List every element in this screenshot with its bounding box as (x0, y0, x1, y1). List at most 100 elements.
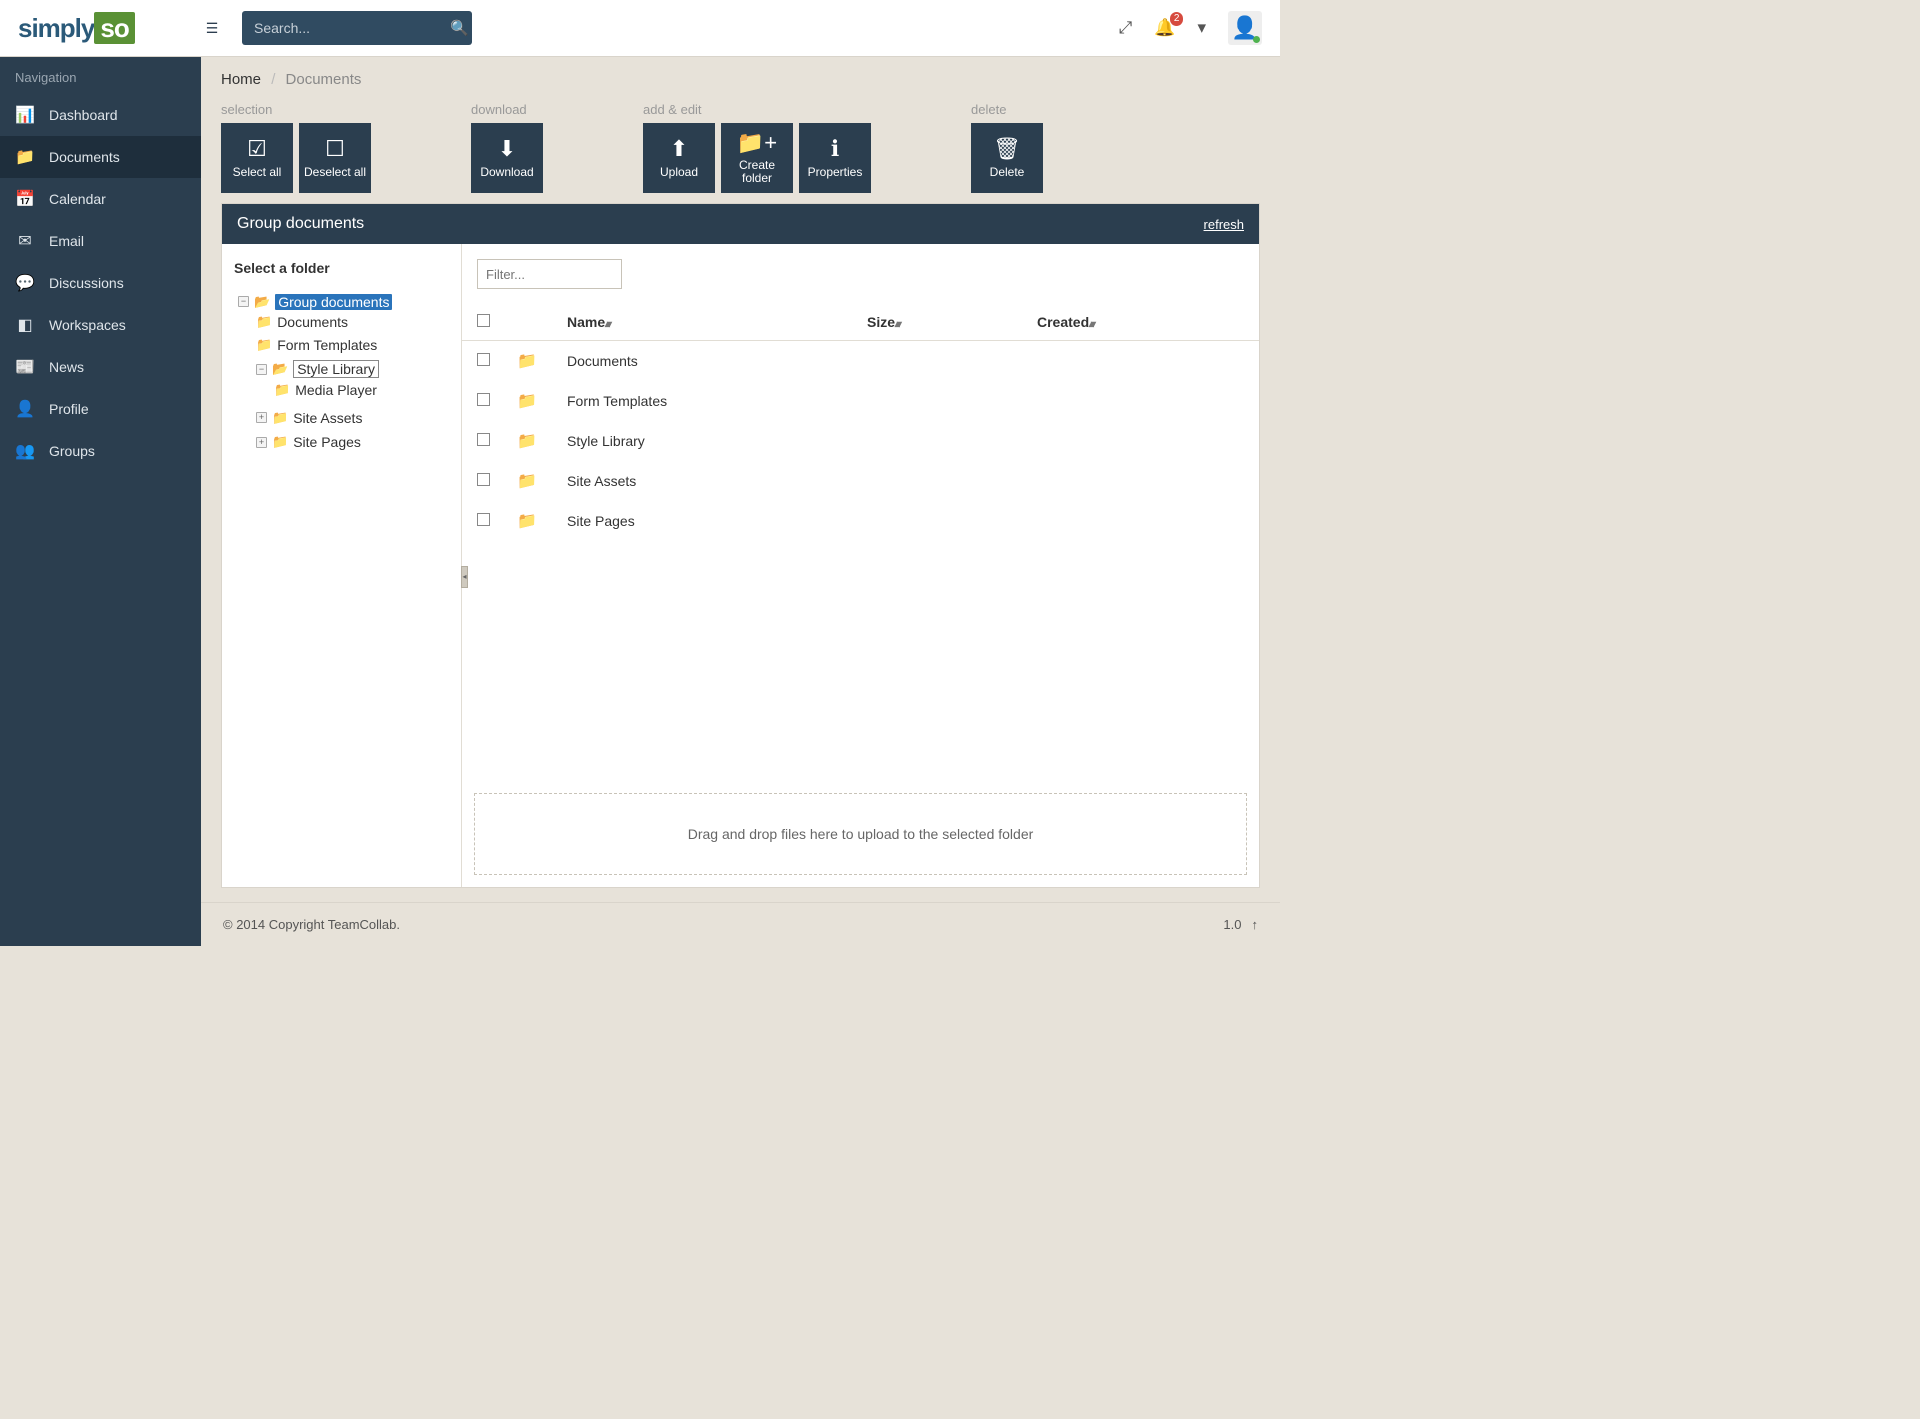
tool-label: Delete (990, 166, 1025, 179)
tree-item-site-assets[interactable]: + 📁 Site Assets (256, 410, 362, 426)
logo[interactable]: simplyso (18, 13, 158, 44)
nav-icon: 👥 (15, 441, 35, 461)
sidebar-item-dashboard[interactable]: 📊Dashboard (0, 94, 201, 136)
nav-icon: 📁 (15, 147, 35, 167)
tool-icon: ⬆ (670, 137, 688, 161)
folder-icon: 📁 (517, 473, 537, 490)
table-row[interactable]: 📁 Documents (462, 341, 1259, 381)
breadcrumb-current: Documents (286, 71, 362, 88)
table-row[interactable]: 📁 Style Library (462, 421, 1259, 461)
notification-badge: 2 (1170, 12, 1184, 26)
nav-label: Documents (49, 149, 120, 165)
table-row[interactable]: 📁 Site Pages (462, 501, 1259, 541)
folder-icon: 📁 (517, 353, 537, 370)
column-name[interactable]: Name (567, 314, 867, 330)
tree-item-form-templates[interactable]: 📁 Form Templates (256, 337, 377, 353)
upload-dropzone[interactable]: Drag and drop files here to upload to th… (474, 793, 1247, 875)
sidebar-item-news[interactable]: 📰News (0, 346, 201, 388)
column-size[interactable]: Size (867, 314, 1037, 330)
row-checkbox[interactable] (477, 393, 490, 406)
folder-icon: 📁 (517, 513, 537, 530)
breadcrumb-home[interactable]: Home (221, 71, 261, 88)
sidebar-item-calendar[interactable]: 📅Calendar (0, 178, 201, 220)
row-checkbox[interactable] (477, 473, 490, 486)
tool-group-title: selection (221, 102, 371, 117)
sidebar-item-discussions[interactable]: 💬Discussions (0, 262, 201, 304)
select-all-checkbox[interactable] (477, 314, 490, 327)
plus-icon[interactable]: + (256, 412, 267, 423)
tool-group-title: download (471, 102, 543, 117)
tree-item-root[interactable]: − 📂 Group documents (238, 294, 392, 310)
nav-label: Discussions (49, 275, 124, 291)
minus-icon[interactable]: − (256, 364, 267, 375)
nav-icon: ✉ (15, 231, 35, 251)
tool-icon: ℹ (831, 137, 839, 161)
plus-icon[interactable]: + (256, 437, 267, 448)
tree-title: Select a folder (234, 260, 449, 276)
nav-label: Calendar (49, 191, 106, 207)
tool-deselect-all[interactable]: ☐Deselect all (299, 123, 371, 193)
nav-section-title: Navigation (0, 57, 201, 94)
tool-select-all[interactable]: ☑Select all (221, 123, 293, 193)
folder-icon: 📁 (272, 410, 288, 426)
filter-input[interactable] (477, 259, 622, 289)
tree-label: Site Pages (293, 434, 361, 450)
sidebar-toggle-icon[interactable]: ☰ (200, 20, 224, 37)
tree-label: Media Player (295, 382, 377, 398)
row-checkbox[interactable] (477, 433, 490, 446)
tree-label: Group documents (275, 294, 392, 310)
tool-label: Download (480, 166, 533, 179)
sidebar-item-workspaces[interactable]: ◧Workspaces (0, 304, 201, 346)
tool-icon: 📁+ (737, 131, 777, 155)
row-name: Form Templates (567, 393, 867, 409)
footer-copyright: © 2014 Copyright TeamCollab. (223, 917, 400, 932)
sidebar-item-profile[interactable]: 👤Profile (0, 388, 201, 430)
tool-group-download: download ⬇Download (471, 102, 543, 193)
tool-group-title: add & edit (643, 102, 871, 117)
footer-version: 1.0 (1223, 917, 1241, 932)
minus-icon[interactable]: − (238, 296, 249, 307)
table-row[interactable]: 📁 Form Templates (462, 381, 1259, 421)
tree-item-style-library[interactable]: − 📂 Style Library (256, 360, 379, 378)
column-created[interactable]: Created (1037, 314, 1207, 330)
pane-splitter[interactable]: ◂ (461, 566, 468, 588)
nav-label: Profile (49, 401, 89, 417)
tool-download[interactable]: ⬇Download (471, 123, 543, 193)
logo-text-b: so (94, 12, 134, 44)
sidebar-item-email[interactable]: ✉ Email (0, 220, 201, 262)
tool-upload[interactable]: ⬆ Upload (643, 123, 715, 193)
tool-properties[interactable]: ℹ Properties (799, 123, 871, 193)
tool-label: Upload (660, 166, 698, 179)
folder-tree-pane: Select a folder − 📂 Group documents 📁 Do… (222, 244, 462, 887)
logo-text-a: simply (18, 13, 94, 43)
tool-label: Properties (808, 166, 863, 179)
scroll-top-icon[interactable]: ↑ (1252, 917, 1259, 932)
tool-delete[interactable]: 🗑 Delete (971, 123, 1043, 193)
expand-icon[interactable]: ⤢ (1119, 18, 1133, 38)
tree-item-media-player[interactable]: 📁 Media Player (274, 382, 377, 398)
nav-label: News (49, 359, 84, 375)
tool-icon: 🗑 (993, 137, 1021, 161)
sidebar-item-documents[interactable]: 📁 Documents (0, 136, 201, 178)
folder-icon: 📁 (256, 337, 272, 353)
search-icon: 🔍 (450, 20, 469, 37)
row-checkbox[interactable] (477, 513, 490, 526)
nav-label: Dashboard (49, 107, 118, 123)
search-input[interactable] (242, 20, 447, 36)
sidebar-item-groups[interactable]: 👥Groups (0, 430, 201, 472)
tree-item-documents[interactable]: 📁 Documents (256, 314, 348, 330)
tree-item-site-pages[interactable]: + 📁 Site Pages (256, 434, 361, 450)
dropdown-caret-icon[interactable]: ▾ (1197, 18, 1206, 38)
refresh-link[interactable]: refresh (1204, 217, 1244, 232)
row-name: Site Pages (567, 513, 867, 529)
tool-group-delete: delete 🗑Delete (971, 102, 1043, 193)
table-row[interactable]: 📁 Site Assets (462, 461, 1259, 501)
folder-icon: 📁 (517, 393, 537, 410)
notifications-icon[interactable]: 🔔2 (1154, 18, 1175, 38)
tool-create-folder[interactable]: 📁+Create folder (721, 123, 793, 193)
main-content: Home / Documents selection ☑Select all☐D… (201, 57, 1280, 946)
row-checkbox[interactable] (477, 353, 490, 366)
search-button[interactable]: 🔍 (447, 19, 472, 37)
nav-label: Email (49, 233, 84, 249)
user-avatar[interactable]: 👤 (1228, 11, 1262, 45)
